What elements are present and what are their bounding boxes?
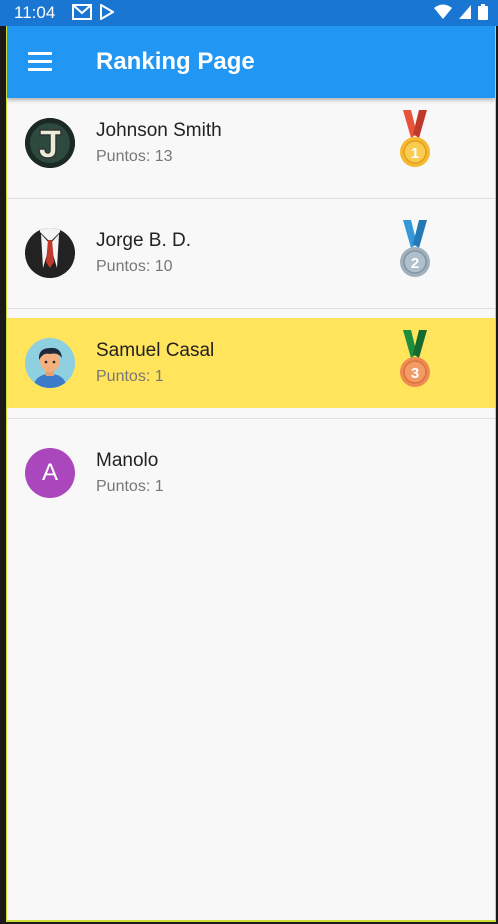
suit-tie-avatar-icon [25, 228, 75, 278]
medal-number: 3 [411, 365, 419, 382]
gold-medal-icon: 1 [400, 110, 430, 167]
battery-icon [478, 4, 488, 20]
wifi-icon [434, 4, 452, 19]
app-frame: Ranking Page Johnson Smith Puntos: 13 1 [6, 26, 496, 922]
avatar [25, 118, 75, 168]
medal-number: 2 [411, 255, 419, 272]
player-points: Puntos: 13 [96, 148, 173, 165]
player-points: Puntos: 1 [96, 368, 164, 385]
player-name: Samuel Casal [96, 340, 215, 361]
list-item[interactable]: A Manolo Puntos: 1 [7, 428, 495, 518]
avatar [25, 228, 75, 278]
status-left-icons [72, 4, 114, 20]
player-name: Jorge B. D. [96, 230, 192, 251]
signal-icon [459, 5, 471, 19]
player-points: Puntos: 10 [96, 258, 173, 275]
status-right-icons [434, 4, 488, 20]
app-bar: Ranking Page [7, 26, 495, 98]
list-item-highlighted[interactable]: Samuel Casal Puntos: 1 3 [7, 318, 495, 408]
divider [7, 308, 495, 309]
player-points: Puntos: 1 [96, 478, 164, 495]
status-time: 11:04 [14, 3, 56, 22]
medal-number: 1 [411, 145, 419, 162]
page-title: Ranking Page [96, 48, 255, 75]
list-item[interactable]: Jorge B. D. Puntos: 10 2 [7, 208, 495, 298]
divider [7, 418, 495, 419]
avatar: A [25, 448, 75, 498]
bronze-medal-icon: 3 [400, 330, 430, 387]
play-store-icon [100, 4, 114, 20]
player-name: Johnson Smith [96, 120, 222, 141]
letter-j-logo-icon [25, 118, 75, 168]
silver-medal-icon: 2 [400, 220, 430, 277]
player-name: Manolo [96, 450, 159, 471]
status-bar: 11:04 [0, 0, 498, 26]
divider [7, 198, 495, 199]
avatar [25, 338, 75, 388]
list-item[interactable]: Johnson Smith Puntos: 13 1 [7, 98, 495, 188]
cartoon-man-avatar-icon [25, 338, 75, 388]
hamburger-menu-icon[interactable] [28, 52, 52, 72]
gmail-icon [72, 4, 92, 20]
